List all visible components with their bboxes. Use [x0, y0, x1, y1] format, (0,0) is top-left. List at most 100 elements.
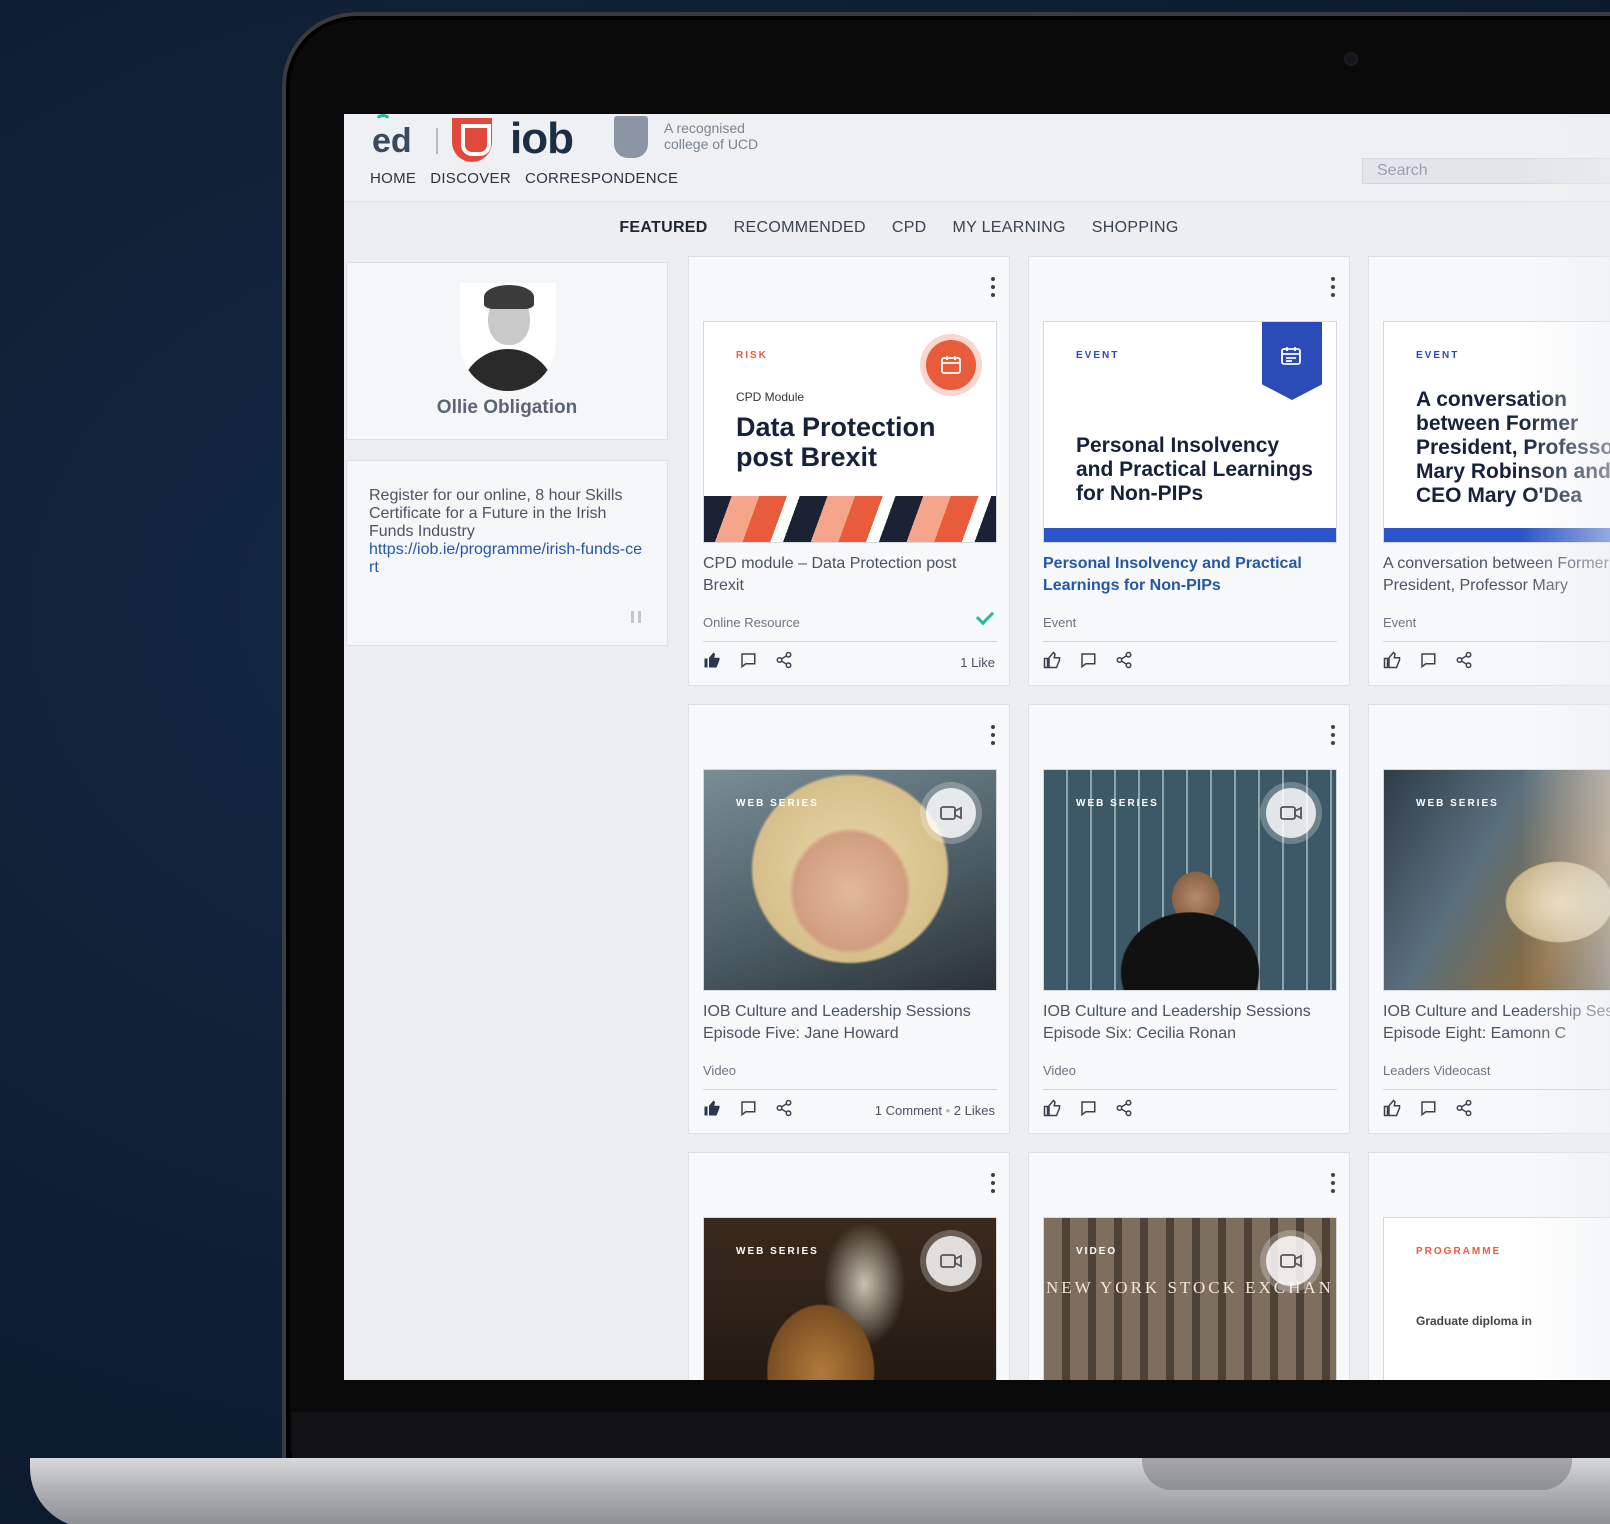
more-options-icon[interactable]: [991, 725, 995, 745]
card-title[interactable]: Personal Insolvency and Practical Learni…: [1043, 553, 1339, 597]
nav-correspondence[interactable]: CORRESPONDENCE: [525, 170, 678, 187]
card-title[interactable]: CPD module – Data Protection post Brexit: [703, 553, 999, 597]
promo-link[interactable]: https://iob.ie/programme/irish-funds-cer…: [369, 541, 645, 577]
search-input[interactable]: Search: [1362, 158, 1610, 184]
card-thumbnail[interactable]: WEB SERIES: [1043, 769, 1337, 991]
card-type: Event: [1043, 615, 1077, 630]
pause-icon[interactable]: [631, 611, 641, 623]
share-icon[interactable]: [775, 651, 793, 669]
logo-divider: [436, 128, 438, 154]
iob-logo[interactable]: iob: [510, 114, 574, 164]
tab-cpd[interactable]: CPD: [892, 210, 927, 246]
content-card[interactable]: WEB SERIES IOB Culture and Leadership Se…: [688, 704, 1010, 1134]
comments-count[interactable]: 1 Comment: [875, 1103, 942, 1118]
more-options-icon[interactable]: [1331, 277, 1335, 297]
card-tag: PROGRAMME: [1416, 1246, 1502, 1257]
share-icon[interactable]: [1115, 1099, 1133, 1117]
app-screen: ed iob A recognised college of UCD HOME …: [344, 114, 1610, 1380]
event-ribbon-icon: [1262, 322, 1322, 400]
content-card[interactable]: EVENT Personal Insolvency and Practical …: [1028, 256, 1350, 686]
share-icon[interactable]: [775, 1099, 793, 1117]
completed-check-icon: [975, 606, 995, 626]
engagement-stats[interactable]: 1 Comment • 2 Likes: [875, 1103, 995, 1118]
card-tag: WEB SERIES: [1076, 798, 1159, 809]
thumb-subtitle: CPD Module: [736, 390, 805, 404]
content-card[interactable]: EVENT A conversation between Former Pres…: [1368, 256, 1610, 686]
like-icon[interactable]: [1383, 1099, 1401, 1117]
like-icon[interactable]: [1043, 1099, 1061, 1117]
card-tag: WEB SERIES: [736, 1246, 819, 1257]
content-card[interactable]: PROGRAMME Graduate diploma in: [1368, 1152, 1610, 1380]
likes-count[interactable]: 2 Likes: [954, 1103, 995, 1118]
card-thumbnail[interactable]: RISK CPD Module Data Protection post Bre…: [703, 321, 997, 543]
card-thumbnail[interactable]: VIDEO NEW YORK STOCK EXCHAN: [1043, 1217, 1337, 1380]
more-options-icon[interactable]: [991, 277, 995, 297]
ed-logo[interactable]: ed: [372, 114, 412, 161]
comment-icon[interactable]: [1419, 1099, 1437, 1117]
more-options-icon[interactable]: [1331, 725, 1335, 745]
share-icon[interactable]: [1455, 651, 1473, 669]
profile-name[interactable]: Ollie Obligation: [347, 397, 667, 419]
wifi-icon: [374, 114, 392, 132]
share-icon[interactable]: [1455, 1099, 1473, 1117]
card-type: Video: [1043, 1063, 1077, 1078]
tab-my-learning[interactable]: MY LEARNING: [953, 210, 1066, 246]
likes-count[interactable]: 1 Like: [960, 655, 995, 670]
content-card[interactable]: RISK CPD Module Data Protection post Bre…: [688, 256, 1010, 686]
content-card[interactable]: VIDEO NEW YORK STOCK EXCHAN: [1028, 1152, 1350, 1380]
card-title[interactable]: IOB Culture and Leadership Sessions Epis…: [703, 1001, 999, 1045]
content-card[interactable]: WEB SERIES IOB Culture and Leadership Se…: [1028, 704, 1350, 1134]
thumb-subtitle: Graduate diploma in: [1416, 1314, 1533, 1328]
video-icon: [1266, 1236, 1316, 1286]
video-icon: [926, 788, 976, 838]
content-card[interactable]: WEB SERIES IOB Culture and Leadership Se…: [1368, 704, 1610, 1134]
comment-icon[interactable]: [739, 1099, 757, 1117]
nav-home[interactable]: HOME: [370, 170, 416, 187]
card-tag: WEB SERIES: [736, 798, 819, 809]
tab-recommended[interactable]: RECOMMENDED: [734, 210, 866, 246]
share-icon[interactable]: [1115, 651, 1133, 669]
like-icon[interactable]: [703, 1099, 721, 1117]
camera-icon: [1346, 54, 1356, 64]
content-tabs: FEATURED RECOMMENDED CPD MY LEARNING SHO…: [344, 210, 1532, 246]
card-thumbnail[interactable]: WEB SERIES: [1383, 769, 1610, 991]
card-title[interactable]: IOB Culture and Leadership Sessions Epis…: [1383, 1001, 1610, 1045]
card-type: Video: [703, 1063, 737, 1078]
top-nav: HOME DISCOVER CORRESPONDENCE: [370, 170, 678, 187]
profile-card[interactable]: Ollie Obligation: [346, 262, 668, 440]
avatar[interactable]: [460, 283, 556, 391]
card-thumbnail[interactable]: WEB SERIES: [703, 769, 997, 991]
comment-icon[interactable]: [1079, 1099, 1097, 1117]
video-icon: [926, 1236, 976, 1286]
comment-icon[interactable]: [739, 651, 757, 669]
more-options-icon[interactable]: [991, 1173, 995, 1193]
card-type: Online Resource: [703, 615, 800, 630]
card-title[interactable]: A conversation between Former President,…: [1383, 553, 1610, 597]
thumb-title: Personal Insolvency and Practical Learni…: [1076, 434, 1313, 505]
like-icon[interactable]: [1383, 651, 1401, 669]
nav-discover[interactable]: DISCOVER: [430, 170, 511, 187]
comment-icon[interactable]: [1419, 651, 1437, 669]
tab-shopping[interactable]: SHOPPING: [1092, 210, 1179, 246]
laptop-notch: [1142, 1458, 1572, 1490]
laptop-bezel: [292, 1412, 1610, 1460]
like-icon[interactable]: [703, 651, 721, 669]
ucd-tagline: A recognised college of UCD: [664, 120, 759, 152]
like-icon[interactable]: [1043, 651, 1061, 669]
more-options-icon[interactable]: [1331, 1173, 1335, 1193]
comment-icon[interactable]: [1079, 651, 1097, 669]
card-thumbnail[interactable]: WEB SERIES: [703, 1217, 997, 1380]
card-type: Event: [1383, 615, 1417, 630]
thumb-title: A conversation between Former President,…: [1416, 388, 1610, 507]
card-thumbnail[interactable]: EVENT Personal Insolvency and Practical …: [1043, 321, 1337, 543]
card-title[interactable]: IOB Culture and Leadership Sessions Epis…: [1043, 1001, 1339, 1045]
card-type: Leaders Videocast: [1383, 1063, 1491, 1078]
card-tag: EVENT: [1076, 350, 1120, 361]
card-tag: RISK: [736, 350, 768, 361]
card-tag: EVENT: [1416, 350, 1460, 361]
tab-featured[interactable]: FEATURED: [619, 210, 707, 246]
promo-card: Register for our online, 8 hour Skills C…: [346, 460, 668, 646]
card-thumbnail[interactable]: PROGRAMME Graduate diploma in: [1383, 1217, 1610, 1380]
card-thumbnail[interactable]: EVENT A conversation between Former Pres…: [1383, 321, 1610, 543]
content-card[interactable]: WEB SERIES: [688, 1152, 1010, 1380]
